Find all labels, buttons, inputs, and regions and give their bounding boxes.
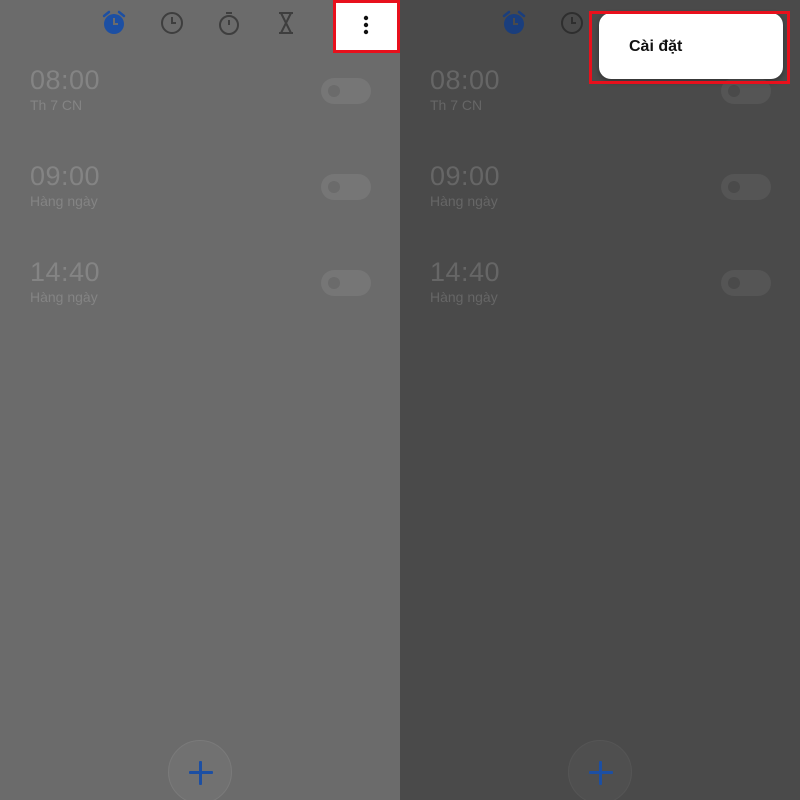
world-clock-icon[interactable] [159,10,185,36]
toggle-knob [328,181,340,193]
right-screen: 08:00 Th 7 CN 09:00 Hàng ngày 14:40 Hàng… [400,0,800,800]
toggle-knob [728,277,740,289]
alarm-time: 14:40 [30,257,101,287]
alarm-repeat: Hàng ngày [30,289,98,305]
stopwatch-icon[interactable] [216,10,242,36]
alarm-time: 08:00 [430,65,501,95]
alarm-item[interactable]: 14:40 Hàng ngày [400,257,800,327]
more-button-highlight[interactable] [333,0,400,53]
alarm-repeat: Th 7 CN [430,97,483,113]
add-alarm-button[interactable] [168,740,232,800]
toggle-knob [728,181,740,193]
alarm-repeat: Hàng ngày [430,193,498,209]
alarm-toggle[interactable] [321,270,371,296]
toggle-knob [328,277,340,289]
alarm-repeat: Hàng ngày [30,193,98,209]
alarm-item[interactable]: 14:40 Hàng ngày [0,257,400,327]
alarm-time: 09:00 [30,161,101,191]
alarm-time: 09:00 [430,161,501,191]
alarm-toggle[interactable] [321,78,371,104]
alarm-toggle[interactable] [721,270,771,296]
alarm-time: 14:40 [430,257,501,287]
alarm-repeat: Th 7 CN [30,97,83,113]
world-clock-icon[interactable] [559,10,585,36]
alarm-icon[interactable] [501,10,527,36]
alarm-time: 08:00 [30,65,101,95]
more-vertical-icon [363,15,369,35]
alarm-item[interactable]: 09:00 Hàng ngày [400,161,800,231]
alarm-item[interactable]: 09:00 Hàng ngày [0,161,400,231]
alarm-toggle[interactable] [321,174,371,200]
toggle-knob [728,85,740,97]
left-screen: 08:00 Th 7 CN 09:00 Hàng ngày 14:40 Hàng… [0,0,400,800]
alarm-icon[interactable] [101,10,127,36]
settings-highlight [589,11,790,84]
alarm-toggle[interactable] [721,174,771,200]
timer-icon[interactable] [273,10,299,36]
alarm-item[interactable]: 08:00 Th 7 CN [0,65,400,135]
add-alarm-button[interactable] [568,740,632,800]
toggle-knob [328,85,340,97]
alarm-repeat: Hàng ngày [430,289,498,305]
